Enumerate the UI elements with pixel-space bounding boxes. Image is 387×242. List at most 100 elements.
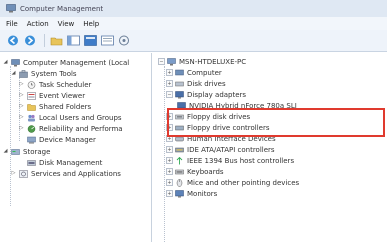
device-category-ide-ata[interactable]: + IDE ATA/ATAPI controllers: [166, 144, 275, 155]
device-category-label: Floppy disk drives: [187, 112, 251, 121]
collapse-icon[interactable]: −: [166, 91, 173, 98]
expand-icon[interactable]: +: [166, 80, 173, 87]
device-category-label: Keyboards: [187, 167, 224, 176]
computer-icon: [175, 69, 184, 75]
device-category-label: Monitors: [187, 189, 218, 198]
ieee1394-icon: [176, 156, 183, 164]
menu-help[interactable]: Help: [83, 20, 99, 28]
performance-icon: [27, 124, 36, 133]
device-category-mice[interactable]: + Mice and other pointing devices: [166, 177, 299, 188]
floppy-drive-icon: [175, 114, 184, 119]
device-tree: − MSN-HTDELUXE-PC + Computer + Disk driv…: [153, 53, 387, 242]
device-category-label: IEEE 1394 Bus host controllers: [187, 156, 295, 165]
menu-view[interactable]: View: [58, 20, 75, 28]
display-adapter-icon: [177, 101, 186, 109]
expand-icon[interactable]: +: [166, 135, 173, 142]
expand-icon[interactable]: +: [166, 190, 173, 197]
tree-item-label: System Tools: [31, 69, 77, 78]
ide-controller-icon: [175, 147, 184, 152]
tree-item-device-manager[interactable]: Device Manager: [18, 134, 96, 145]
expand-icon[interactable]: ▷: [18, 92, 25, 99]
collapse-icon[interactable]: ◢: [2, 148, 9, 155]
device-category-keyboards[interactable]: + Keyboards: [166, 166, 224, 177]
device-category-label: Computer: [187, 68, 222, 77]
expand-icon[interactable]: +: [166, 179, 173, 186]
device-category-label: Disk drives: [187, 79, 226, 88]
expand-icon[interactable]: ▷: [18, 103, 25, 110]
help-icon[interactable]: [100, 34, 114, 47]
device-category-label: Human Interface Devices: [187, 134, 276, 143]
device-category-display-adapters[interactable]: − Display adapters: [166, 89, 246, 100]
controller-icon: [175, 125, 184, 130]
expand-icon[interactable]: +: [166, 69, 173, 76]
expand-icon[interactable]: +: [166, 113, 173, 120]
disk-drive-icon: [175, 81, 184, 86]
device-category-ieee1394[interactable]: + IEEE 1394 Bus host controllers: [166, 155, 294, 166]
tree-item-label: Local Users and Groups: [39, 113, 122, 122]
collapse-icon[interactable]: ◢: [10, 70, 17, 77]
tree-item-computer-management[interactable]: ◢ Computer Management (Local: [2, 57, 130, 68]
collapse-icon[interactable]: −: [158, 58, 165, 65]
computer-management-icon: [6, 4, 16, 13]
expand-icon[interactable]: ▷: [18, 125, 25, 132]
console-icon[interactable]: [117, 34, 131, 47]
back-icon[interactable]: [6, 34, 20, 47]
expand-icon[interactable]: +: [166, 157, 173, 164]
collapse-icon[interactable]: ◢: [2, 59, 9, 66]
menu-action[interactable]: Action: [27, 20, 49, 28]
device-category-monitors[interactable]: + Monitors: [166, 188, 217, 199]
monitor-icon: [175, 189, 184, 197]
expand-icon[interactable]: ▷: [10, 170, 17, 177]
device-category-hid[interactable]: + Human Interface Devices: [166, 133, 276, 144]
hid-icon: [175, 136, 184, 141]
tree-item-event-viewer[interactable]: ▷ Event Viewer: [18, 90, 86, 101]
display-adapter-icon: [175, 90, 184, 98]
expand-icon[interactable]: +: [166, 146, 173, 153]
device-category-disk-drives[interactable]: + Disk drives: [166, 78, 226, 89]
toolbox-icon: [19, 69, 28, 78]
tree-item-local-users-groups[interactable]: ▷ Local Users and Groups: [18, 112, 122, 123]
device-tree-root[interactable]: − MSN-HTDELUXE-PC: [158, 56, 246, 67]
title-bar: Computer Management: [0, 0, 387, 17]
device-category-floppy-controllers[interactable]: + Floppy drive controllers: [166, 122, 270, 133]
tree-item-system-tools[interactable]: ◢ System Tools: [10, 68, 77, 79]
tree-item-label: Task Scheduler: [39, 80, 92, 89]
device-manager-icon: [27, 136, 36, 143]
device-category-computer[interactable]: + Computer: [166, 67, 222, 78]
device-item-label: NVIDIA Hybrid nForce 780a SLI: [189, 101, 297, 110]
expand-icon[interactable]: ▷: [18, 114, 25, 121]
expand-icon[interactable]: +: [166, 124, 173, 131]
tree-item-label: Services and Applications: [31, 169, 121, 178]
menu-file[interactable]: File: [6, 20, 18, 28]
device-category-floppy-disk-drives[interactable]: + Floppy disk drives: [166, 111, 250, 122]
properties-icon[interactable]: [83, 34, 97, 47]
tree-item-disk-management[interactable]: Disk Management: [18, 157, 102, 168]
up-folder-icon[interactable]: [49, 34, 63, 47]
tree-item-label: Disk Management: [39, 158, 103, 167]
forward-icon[interactable]: [23, 34, 37, 47]
tree-item-label: Computer Management (Local: [23, 58, 130, 67]
tree-item-reliability-performance[interactable]: ▷ Reliability and Performa: [18, 123, 123, 134]
tree-item-label: Event Viewer: [39, 91, 86, 100]
tree-item-shared-folders[interactable]: ▷ Shared Folders: [18, 101, 92, 112]
users-icon: [28, 114, 35, 121]
device-category-label: IDE ATA/ATAPI controllers: [187, 145, 275, 154]
keyboard-icon: [175, 169, 184, 174]
device-category-label: Floppy drive controllers: [187, 123, 270, 132]
tree-item-storage[interactable]: ◢ Storage: [2, 146, 51, 157]
tree-item-services-applications[interactable]: ▷ Services and Applications: [10, 168, 121, 179]
expand-icon[interactable]: ▷: [18, 81, 25, 88]
mouse-icon: [176, 178, 183, 187]
toolbar-separator: [44, 34, 45, 47]
storage-icon: [11, 148, 20, 155]
tree-item-label: Device Manager: [39, 135, 96, 144]
show-hide-tree-icon[interactable]: [66, 34, 80, 47]
shared-folder-icon: [27, 103, 36, 111]
services-icon: [19, 169, 28, 178]
expand-icon[interactable]: +: [166, 168, 173, 175]
device-item-nvidia-adapter[interactable]: NVIDIA Hybrid nForce 780a SLI: [177, 100, 297, 111]
tree-item-task-scheduler[interactable]: ▷ Task Scheduler: [18, 79, 92, 90]
computer-management-icon: [11, 58, 20, 66]
